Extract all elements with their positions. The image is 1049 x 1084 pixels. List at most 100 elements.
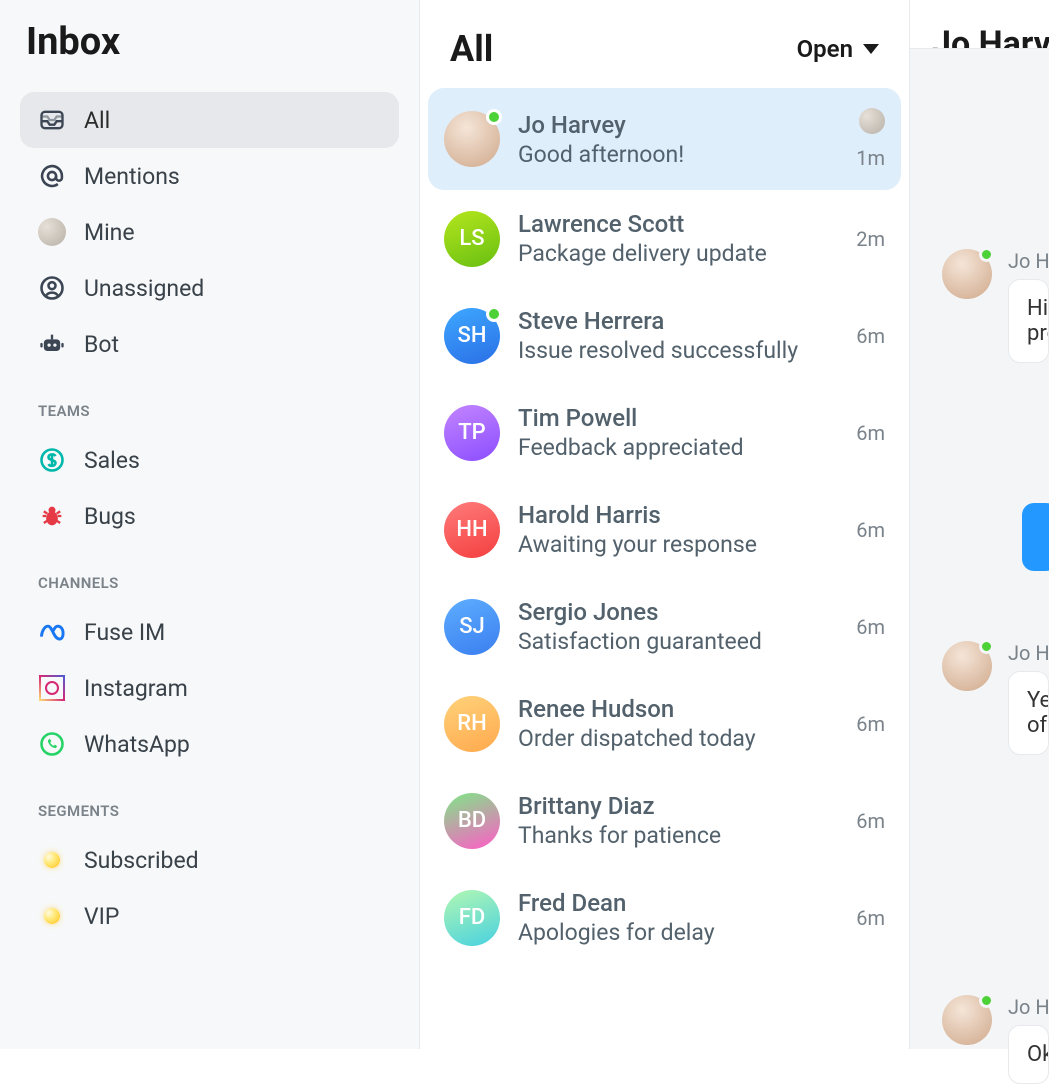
avatar-icon xyxy=(38,218,66,246)
conversation-detail-column: Jo Harvey Jo Harvey Hi there, I need hel… xyxy=(910,0,1049,1049)
avatar xyxy=(942,641,992,691)
section-header-channels: CHANNELS xyxy=(38,574,399,592)
sidebar-item-label: Mentions xyxy=(84,163,180,190)
avatar xyxy=(444,111,500,167)
conversation-preview: Package delivery update xyxy=(518,240,838,267)
filter-open-dropdown[interactable]: Open xyxy=(797,35,879,63)
sidebar-item-label: Sales xyxy=(84,447,140,474)
sidebar-item-label: WhatsApp xyxy=(84,731,190,758)
instagram-icon xyxy=(38,674,66,702)
list-title: All xyxy=(450,28,493,70)
conversation-time: 6m xyxy=(856,809,885,833)
avatar: LS xyxy=(444,211,500,267)
online-indicator-icon xyxy=(979,247,994,262)
sidebar-item-label: Mine xyxy=(84,219,135,246)
message-sender: Jo Harvey xyxy=(1008,995,1049,1019)
conversation-time: 6m xyxy=(856,906,885,930)
avatar: HH xyxy=(444,502,500,558)
sidebar-item-bugs[interactable]: Bugs xyxy=(20,488,399,544)
online-indicator-icon xyxy=(979,993,994,1008)
conversation-name: Lawrence Scott xyxy=(518,210,838,238)
message-sender: Jo Harvey xyxy=(1008,641,1049,665)
avatar: TP xyxy=(444,405,500,461)
sidebar-item-label: VIP xyxy=(84,903,119,930)
messages: Jo Harvey Hi there, I need help with a p… xyxy=(910,49,1049,1084)
conversation-name: Fred Dean xyxy=(518,889,838,917)
inbox-icon xyxy=(38,106,66,134)
conversation-preview: Good afternoon! xyxy=(518,141,838,168)
sidebar-item-bot[interactable]: Bot xyxy=(20,316,399,372)
sidebar-item-vip[interactable]: VIP xyxy=(20,888,399,944)
teams-list: Sales Bugs xyxy=(20,432,399,544)
sidebar-item-label: Fuse IM xyxy=(84,619,165,646)
conversation-item[interactable]: HHHarold HarrisAwaiting your response6m xyxy=(428,481,901,578)
sidebar-item-unassigned[interactable]: Unassigned xyxy=(20,260,399,316)
conversation-time: 2m xyxy=(856,227,885,251)
sidebar-item-label: Subscribed xyxy=(84,847,199,874)
nav-list: All Mentions Mine Unassigned Bot xyxy=(20,92,399,372)
sidebar-item-mine[interactable]: Mine xyxy=(20,204,399,260)
avatar xyxy=(942,995,992,1045)
conversation-item[interactable]: TP Tim PowellFeedback appreciated 6m xyxy=(428,384,901,481)
segments-list: Subscribed VIP xyxy=(20,832,399,944)
conversation-time: 6m xyxy=(856,324,885,348)
conversation-name: Brittany Diaz xyxy=(518,792,838,820)
sidebar-item-label: Instagram xyxy=(84,675,188,702)
online-indicator-icon xyxy=(486,306,502,322)
section-header-teams: TEAMS xyxy=(38,402,399,420)
conversation-item[interactable]: SH Steve HerreraIssue resolved successful… xyxy=(428,287,901,384)
dot-icon xyxy=(44,908,60,924)
bot-icon xyxy=(38,330,66,358)
list-header: All Open xyxy=(420,0,909,88)
conversation-preview: Thanks for patience xyxy=(518,822,838,849)
sidebar-item-subscribed[interactable]: Subscribed xyxy=(20,832,399,888)
message-in: Jo Harvey Yes, I recently bought a set o… xyxy=(942,641,1049,755)
bug-icon xyxy=(38,502,66,530)
conversation-name: Harold Harris xyxy=(518,501,838,529)
dot-icon xyxy=(44,852,60,868)
conversation-preview: Feedback appreciated xyxy=(518,434,838,461)
sidebar-item-mentions[interactable]: Mentions xyxy=(20,148,399,204)
message-in: Jo Harvey Hi there, I need help with a p… xyxy=(942,249,1049,363)
section-header-segments: SEGMENTS xyxy=(38,802,399,820)
message-bubble: Yes, I recently bought a set of headphon… xyxy=(1008,671,1049,755)
page-title: Inbox xyxy=(20,20,399,64)
avatar: RH xyxy=(444,696,500,752)
sidebar-item-instagram[interactable]: Instagram xyxy=(20,660,399,716)
conversation-item[interactable]: FDFred DeanApologies for delay6m xyxy=(428,869,901,966)
conversation-time: 6m xyxy=(856,615,885,639)
conversation-preview: Apologies for delay xyxy=(518,919,838,946)
message-in: Jo Harvey Okay thanks. xyxy=(942,995,1049,1084)
caret-down-icon xyxy=(863,44,879,54)
detail-title: Jo Harvey xyxy=(910,0,1049,49)
meta-icon xyxy=(38,618,66,646)
avatar: SH xyxy=(444,308,500,364)
conversation-list-column: All Open Jo HarveyGood afternoon!1mLSLaw… xyxy=(420,0,910,1049)
conversation-item[interactable]: Jo HarveyGood afternoon!1m xyxy=(428,88,901,190)
sidebar-item-whatsapp[interactable]: WhatsApp xyxy=(20,716,399,772)
sidebar-item-all[interactable]: All xyxy=(20,92,399,148)
conversation-item[interactable]: LS Lawrence ScottPackage delivery update 2… xyxy=(428,190,901,287)
conversation-preview: Satisfaction guaranteed xyxy=(518,628,838,655)
conversation-name: Tim Powell xyxy=(518,404,838,432)
whatsapp-icon xyxy=(38,730,66,758)
conversation-time: 1m xyxy=(856,146,885,170)
message-out xyxy=(1022,503,1049,571)
conversation-name: Sergio Jones xyxy=(518,598,838,626)
conversation-item[interactable]: SJSergio JonesSatisfaction guaranteed6m xyxy=(428,578,901,675)
message-sender: Jo Harvey xyxy=(1008,249,1049,273)
person-icon xyxy=(38,274,66,302)
conversation-list: Jo HarveyGood afternoon!1mLSLawrence Sco… xyxy=(420,88,909,1049)
conversation-preview: Order dispatched today xyxy=(518,725,838,752)
conversation-time: 6m xyxy=(856,518,885,542)
at-icon xyxy=(38,162,66,190)
conversation-item[interactable]: RHRenee HudsonOrder dispatched today6m xyxy=(428,675,901,772)
conversation-time: 6m xyxy=(856,421,885,445)
sidebar-item-fuseim[interactable]: Fuse IM xyxy=(20,604,399,660)
conversation-preview: Issue resolved successfully xyxy=(518,337,838,364)
sidebar-item-sales[interactable]: Sales xyxy=(20,432,399,488)
conversation-name: Steve Herrera xyxy=(518,307,838,335)
sidebar-item-label: Bugs xyxy=(84,503,136,530)
avatar: BD xyxy=(444,793,500,849)
conversation-item[interactable]: BD Brittany DiazThanks for patience 6m xyxy=(428,772,901,869)
